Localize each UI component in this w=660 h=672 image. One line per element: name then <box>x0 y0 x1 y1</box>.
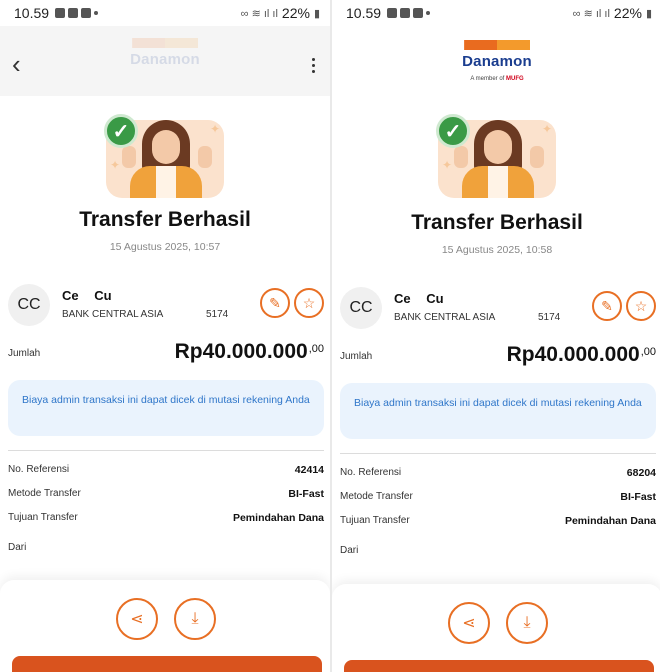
recipient-card: CC Ce Cu BANK CENTRAL ASIA 5174 ✎ ☆ <box>8 284 324 328</box>
top-app-bar: ‹ Danamon <box>0 26 330 96</box>
notification-icons <box>387 8 431 18</box>
back-chevron-icon[interactable]: ‹ <box>12 51 21 77</box>
detail-label: Tujuan Transfer <box>340 515 410 526</box>
recipient-name: Ce Cu <box>62 288 112 303</box>
share-icon[interactable]: ⋖ <box>448 602 490 644</box>
status-bar: 10.59 ∞ ≋ ıl ıl 22% ▮ <box>0 0 330 26</box>
transaction-date: 15 Agustus 2025, 10:58 <box>441 244 553 256</box>
status-right: ∞ ≋ ıl ıl 22% ▮ <box>241 5 320 21</box>
sparkle-icon: ✦ <box>442 158 453 172</box>
status-time: 10.59 <box>346 5 382 21</box>
logo-mark <box>132 38 198 48</box>
download-icon[interactable]: ⤓ <box>174 598 216 640</box>
amount-row: Jumlah Rp40.000.000,00 <box>340 343 656 371</box>
screenshot-stage: 10.59 ∞ ≋ ıl ıl 22% ▮ ‹ Danamon ✦ ✦ ✓ Tr… <box>0 0 660 672</box>
status-time: 10.59 <box>14 5 50 21</box>
battery-icon: ▮ <box>313 7 320 20</box>
favorite-star-icon[interactable]: ☆ <box>294 288 324 318</box>
detail-label: No. Referensi <box>8 464 70 475</box>
detail-label: Metode Transfer <box>340 491 413 502</box>
divider <box>8 450 324 451</box>
recipient-bank: BANK CENTRAL ASIA <box>62 309 164 320</box>
detail-row-from: Dari <box>8 542 324 558</box>
recipient-card: CC Ce Cu BANK CENTRAL ASIA 5174 ✎ ☆ <box>340 287 656 331</box>
logo-name: Danamon <box>130 51 200 68</box>
primary-button[interactable] <box>344 660 654 672</box>
logo-tagline: A member of MUFG <box>470 76 524 82</box>
edit-icon[interactable]: ✎ <box>592 291 622 321</box>
detail-value: 68204 <box>626 467 656 479</box>
edit-icon[interactable]: ✎ <box>260 288 290 318</box>
battery-icon: ▮ <box>645 7 652 20</box>
primary-button[interactable] <box>12 656 322 672</box>
detail-label: Metode Transfer <box>8 488 81 499</box>
recipient-bank: BANK CENTRAL ASIA <box>394 312 496 323</box>
success-illustration: ✦ ✦ ✓ <box>100 112 230 198</box>
amount-row: Jumlah Rp40.000.000,00 <box>8 340 324 368</box>
sparkle-icon: ✦ <box>110 158 121 172</box>
amount-decimal: ,00 <box>640 346 656 358</box>
detail-value: Pemindahan Dana <box>232 512 324 524</box>
detail-row-reference: No. Referensi 42414 <box>8 464 324 480</box>
detail-row-purpose: Tujuan Transfer Pemindahan Dana <box>340 515 656 531</box>
status-right: ∞ ≋ ıl ıl 22% ▮ <box>573 5 652 21</box>
top-app-bar: Danamon A member of MUFG <box>332 26 660 96</box>
admin-fee-notice: Biaya admin transaksi ini dapat dicek di… <box>8 380 324 436</box>
transaction-date: 15 Agustus 2025, 10:57 <box>109 241 221 253</box>
wifi-signal-icon: ∞ ≋ ıl ıl <box>572 7 610 20</box>
success-check-icon: ✓ <box>104 114 138 148</box>
amount-decimal: ,00 <box>308 343 324 355</box>
detail-label: Dari <box>340 545 359 556</box>
amount-value: Rp40.000.000,00 <box>506 343 656 366</box>
phone-screen-left: 10.59 ∞ ≋ ıl ıl 22% ▮ ‹ Danamon ✦ ✦ ✓ Tr… <box>0 0 330 672</box>
bottom-action-panel: ⋖ ⤓ <box>332 584 660 672</box>
recipient-account: 5174 <box>538 312 561 323</box>
recipient-name: Ce Cu <box>394 291 444 306</box>
success-check-icon: ✓ <box>436 114 470 148</box>
detail-value: 42414 <box>294 464 324 476</box>
danamon-logo: Danamon A member of MUFG <box>462 40 532 82</box>
detail-value: BI-Fast <box>620 491 656 503</box>
danamon-logo: Danamon <box>130 38 200 68</box>
logo-mark <box>464 40 530 50</box>
sparkle-icon: ✦ <box>209 122 220 136</box>
phone-screen-right: 10.59 ∞ ≋ ıl ıl 22% ▮ Danamon A member o… <box>332 0 660 672</box>
notification-icons <box>55 8 99 18</box>
detail-row-method: Metode Transfer BI-Fast <box>340 491 656 507</box>
detail-value: BI-Fast <box>288 488 324 500</box>
recipient-avatar: CC <box>8 284 50 326</box>
detail-row-purpose: Tujuan Transfer Pemindahan Dana <box>8 512 324 528</box>
recipient-avatar: CC <box>340 287 382 329</box>
detail-row-reference: No. Referensi 68204 <box>340 467 656 483</box>
favorite-star-icon[interactable]: ☆ <box>626 291 656 321</box>
logo-name: Danamon <box>462 53 532 70</box>
detail-label: No. Referensi <box>340 467 402 478</box>
sparkle-icon: ✦ <box>541 122 552 136</box>
recipient-account: 5174 <box>206 309 229 320</box>
wifi-signal-icon: ∞ ≋ ıl ıl <box>240 7 278 20</box>
detail-value: Pemindahan Dana <box>564 515 656 527</box>
success-illustration: ✦ ✦ ✓ <box>432 112 562 198</box>
page-title: Transfer Berhasil <box>411 211 583 234</box>
detail-label: Dari <box>8 542 27 553</box>
page-title: Transfer Berhasil <box>79 208 251 231</box>
amount-value: Rp40.000.000,00 <box>174 340 324 363</box>
detail-row-from: Dari <box>340 545 656 561</box>
amount-label: Jumlah <box>8 348 41 359</box>
admin-fee-notice: Biaya admin transaksi ini dapat dicek di… <box>340 383 656 439</box>
amount-label: Jumlah <box>340 351 373 362</box>
battery-level: 22% <box>281 5 310 21</box>
detail-row-method: Metode Transfer BI-Fast <box>8 488 324 504</box>
divider <box>340 453 656 454</box>
kebab-menu-icon[interactable] <box>312 58 316 73</box>
download-icon[interactable]: ⤓ <box>506 602 548 644</box>
detail-label: Tujuan Transfer <box>8 512 78 523</box>
share-icon[interactable]: ⋖ <box>116 598 158 640</box>
bottom-action-panel: ⋖ ⤓ <box>0 580 330 672</box>
battery-level: 22% <box>613 5 642 21</box>
status-bar: 10.59 ∞ ≋ ıl ıl 22% ▮ <box>332 0 660 26</box>
